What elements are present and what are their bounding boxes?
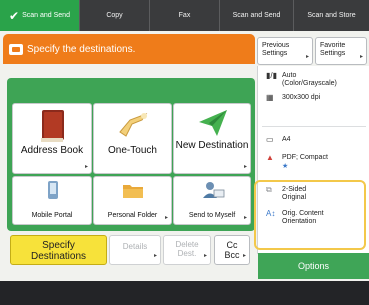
star-icon: ★ bbox=[282, 163, 289, 170]
chevron-right-icon: ▸ bbox=[359, 54, 363, 60]
button-label: Delete bbox=[175, 240, 199, 249]
resolution-icon: ▦ bbox=[266, 93, 274, 102]
setting-value: (Color/Grayscale) bbox=[282, 80, 337, 87]
address-book-icon bbox=[41, 110, 64, 142]
tab-label: Scan and Send bbox=[22, 12, 70, 19]
button-label: Settings bbox=[320, 50, 346, 57]
chevron-right-icon: ▸ bbox=[153, 253, 157, 259]
chevron-right-icon: ▸ bbox=[243, 215, 247, 221]
button-label: Settings bbox=[262, 50, 288, 57]
setting-value: PDF; Compact bbox=[282, 154, 328, 161]
tab-copy[interactable]: Copy bbox=[80, 0, 150, 31]
chevron-right-icon: ▸ bbox=[164, 215, 168, 221]
button-label-group: Mobile Portal bbox=[13, 212, 91, 220]
folder-icon bbox=[123, 185, 143, 198]
page-title: Specify the destinations. bbox=[27, 43, 136, 55]
destination-panel: Address Book ▸ One-Touch New Destination… bbox=[7, 78, 255, 231]
button-label: Favorite bbox=[320, 42, 346, 49]
color-bars-icon: ▮/▮ bbox=[266, 71, 278, 80]
tab-fax[interactable]: Fax bbox=[150, 0, 220, 31]
mode-tab-bar: ✔ Scan and Send Copy Fax Scan and Send S… bbox=[0, 0, 369, 31]
send-to-myself-button[interactable]: Send to Myself ▸ bbox=[173, 176, 251, 225]
one-touch-button[interactable]: One-Touch bbox=[93, 103, 172, 174]
person-mail-icon bbox=[203, 182, 225, 198]
send-check-icon: ✔ bbox=[9, 8, 20, 23]
button-label: New Destination bbox=[175, 140, 249, 151]
button-label: Personal Folder bbox=[107, 212, 158, 219]
paper-icon: ▭ bbox=[266, 135, 274, 144]
favorite-settings-button[interactable]: Favorite Settings ▸ bbox=[315, 37, 367, 65]
tab-label: Fax bbox=[178, 12, 191, 19]
chevron-right-icon: ▸ bbox=[84, 164, 88, 170]
mobile-portal-button[interactable]: Mobile Portal bbox=[12, 176, 92, 225]
page-header: Specify the destinations. bbox=[3, 34, 255, 64]
status-strip bbox=[0, 281, 369, 305]
tab-label: Scan and Store bbox=[307, 12, 356, 19]
cc-bcc-button[interactable]: Cc Bcc ▸ bbox=[214, 235, 250, 265]
button-label: Previous bbox=[262, 42, 290, 49]
paper-format-setting[interactable]: ▭ A4 ▲ PDF; Compact ★ bbox=[258, 136, 369, 176]
specify-destinations-button[interactable]: Specify Destinations bbox=[10, 235, 107, 265]
details-button[interactable]: Details ▸ bbox=[109, 235, 161, 265]
chevron-right-icon: ▸ bbox=[305, 54, 309, 60]
button-label: Cc bbox=[226, 240, 238, 250]
button-label: Mobile Portal bbox=[31, 212, 73, 219]
destination-icon bbox=[9, 43, 23, 55]
personal-folder-button[interactable]: Personal Folder ▸ bbox=[93, 176, 172, 225]
pointing-hand-icon bbox=[119, 112, 148, 137]
options-button[interactable]: Options bbox=[258, 253, 369, 279]
tab-scan-and-send-active[interactable]: ✔ Scan and Send bbox=[0, 0, 80, 31]
pdf-icon: ▲ bbox=[266, 153, 274, 162]
setting-value: Auto bbox=[282, 72, 297, 79]
setting-value: 300x300 dpi bbox=[282, 94, 321, 101]
screen: ✔ Scan and Send Copy Fax Scan and Send S… bbox=[0, 0, 369, 305]
button-label: Destinations bbox=[30, 251, 87, 262]
tab-scan-and-send[interactable]: Scan and Send bbox=[220, 0, 294, 31]
chevron-right-icon: ▸ bbox=[203, 253, 207, 259]
button-label: Options bbox=[297, 261, 330, 271]
chevron-right-icon: ▸ bbox=[243, 164, 247, 170]
tab-scan-and-store[interactable]: Scan and Store bbox=[294, 0, 369, 31]
new-destination-button[interactable]: New Destination ▸ bbox=[173, 103, 251, 174]
paper-plane-icon bbox=[199, 110, 227, 136]
setting-value: A4 bbox=[282, 136, 291, 143]
delete-dest-button[interactable]: Delete Dest. ▸ bbox=[163, 235, 211, 265]
color-mode-setting[interactable]: ▮/▮ Auto (Color/Grayscale) ▦ 300x300 dpi bbox=[258, 72, 369, 122]
changed-settings-highlight bbox=[254, 180, 366, 250]
tab-label: Copy bbox=[106, 12, 123, 19]
button-label: Details bbox=[122, 242, 148, 251]
button-label: Specify bbox=[42, 240, 75, 251]
button-label: Address Book bbox=[20, 145, 84, 156]
chevron-right-icon: ▸ bbox=[242, 253, 246, 259]
previous-settings-button[interactable]: Previous Settings ▸ bbox=[257, 37, 313, 65]
address-book-button[interactable]: Address Book ▸ bbox=[12, 103, 92, 174]
button-label: One-Touch bbox=[108, 145, 157, 156]
divider bbox=[262, 126, 366, 127]
mobile-device-icon bbox=[48, 181, 58, 199]
button-label: Send to Myself bbox=[188, 212, 236, 219]
tab-label: Scan and Send bbox=[232, 12, 281, 19]
